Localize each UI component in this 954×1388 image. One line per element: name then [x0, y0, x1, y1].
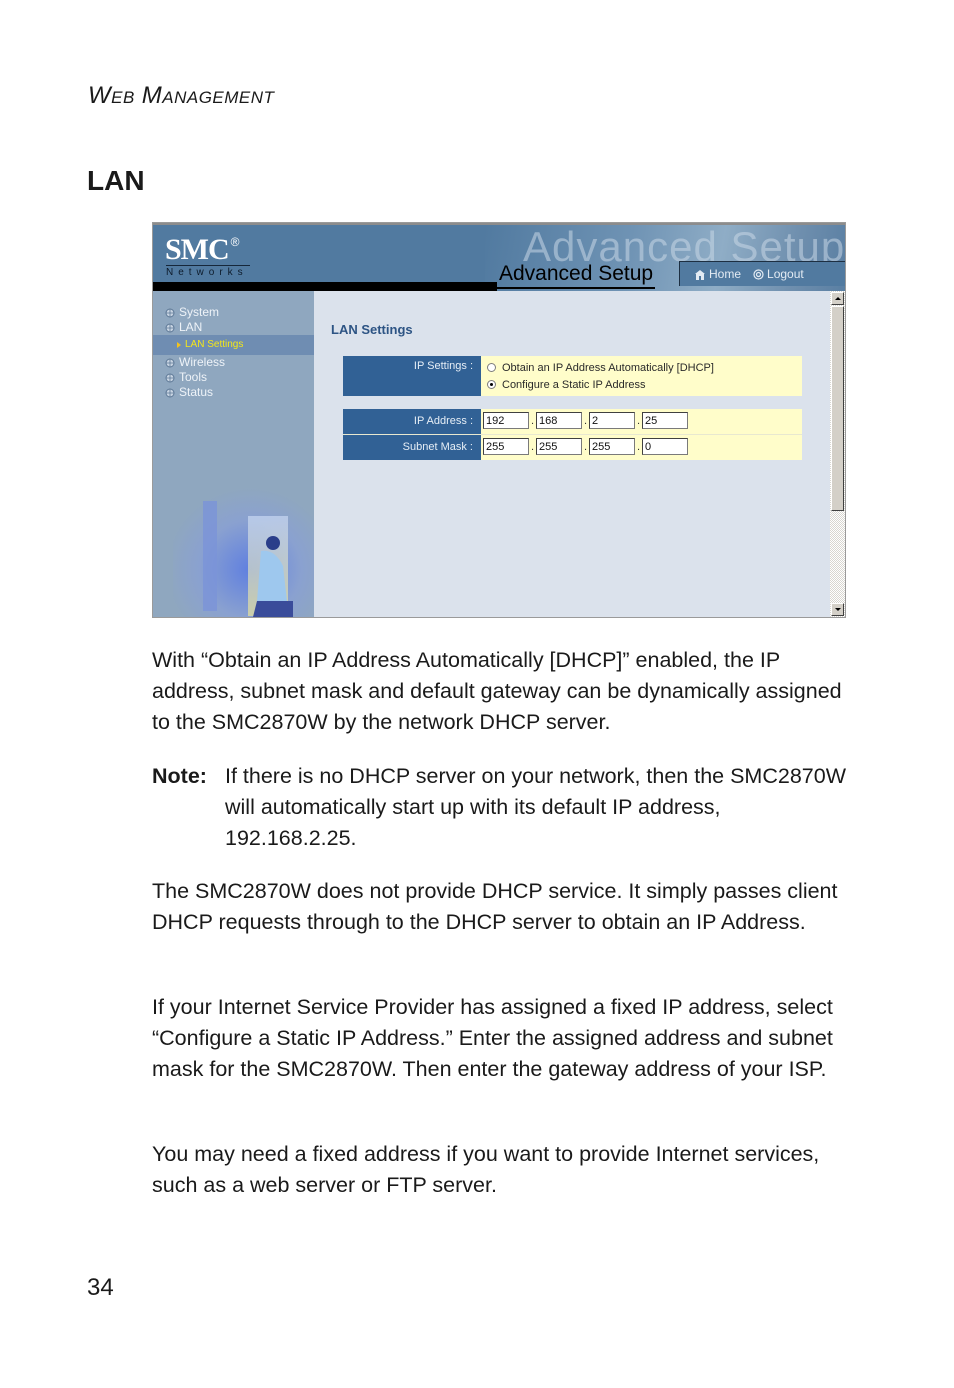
logout-label: Logout: [767, 267, 804, 281]
octet-separator: .: [530, 414, 535, 427]
lan-settings-title: LAN Settings: [331, 322, 413, 337]
note: Note: If there is no DHCP server on your…: [152, 761, 852, 854]
logo-subtitle: Networks: [166, 265, 250, 278]
sidebar-item-lan[interactable]: LAN: [153, 320, 314, 335]
octet-separator: .: [636, 440, 641, 453]
arrow-right-icon: [177, 342, 181, 348]
octet-separator: .: [530, 440, 535, 453]
ip-settings-label: IP Settings :: [343, 356, 481, 396]
running-head-rest-1: EB: [111, 88, 135, 107]
home-label: Home: [709, 267, 742, 281]
subnet-mask-fields: . . .: [481, 435, 802, 460]
sidebar: System LAN LAN Settings Wireless Tools S…: [153, 291, 314, 617]
ip-octet-2[interactable]: [536, 412, 582, 429]
globe-icon: [165, 388, 175, 397]
logo-brand: SMC: [165, 233, 230, 266]
globe-icon: [165, 358, 175, 367]
scroll-up-button[interactable]: [831, 292, 844, 305]
mask-octet-4[interactable]: [642, 438, 688, 455]
radio-button-selected[interactable]: [487, 380, 496, 389]
paragraph-static-ip: If your Internet Service Provider has as…: [152, 995, 833, 1081]
radio-dhcp[interactable]: Obtain an IP Address Automatically [DHCP…: [481, 359, 802, 376]
ip-settings-row: IP Settings : Obtain an IP Address Autom…: [343, 356, 802, 396]
globe-icon: [165, 323, 175, 332]
sidebar-item-label: System: [179, 305, 220, 319]
router-screenshot: Advanced Setup SMC ® Networks Advanced Se…: [152, 222, 846, 618]
mask-octet-3[interactable]: [589, 438, 635, 455]
radio-static-ip[interactable]: Configure a Static IP Address: [481, 376, 802, 393]
octet-separator: .: [583, 414, 588, 427]
running-head-rest-2: ANAGEMENT: [162, 88, 275, 107]
ip-octet-4[interactable]: [642, 412, 688, 429]
subnet-mask-label: Subnet Mask :: [343, 435, 481, 460]
ip-address-row: IP Address : . . .: [343, 409, 802, 435]
vertical-scrollbar[interactable]: [830, 291, 845, 617]
octet-separator: .: [583, 440, 588, 453]
globe-icon: [165, 373, 175, 382]
scroll-thumb[interactable]: [831, 306, 844, 511]
page-number: 34: [87, 1274, 114, 1301]
note-label: Note:: [152, 764, 207, 788]
sidebar-item-wireless[interactable]: Wireless: [153, 355, 314, 370]
sidebar-item-label: Wireless: [179, 355, 226, 369]
top-nav: Home Logout: [679, 261, 845, 286]
sidebar-item-label: LAN: [179, 320, 203, 334]
subnet-mask-row: Subnet Mask : . . .: [343, 435, 802, 460]
note-text: If there is no DHCP server on your netwo…: [225, 764, 846, 850]
ip-octet-3[interactable]: [589, 412, 635, 429]
paragraph-fixed-address: You may need a fixed address if you want…: [152, 1142, 820, 1197]
sidebar-item-lan-settings[interactable]: LAN Settings: [153, 335, 314, 355]
sidebar-item-label: Tools: [179, 370, 208, 384]
sidebar-item-label: Status: [179, 385, 214, 399]
sidebar-item-status[interactable]: Status: [153, 385, 314, 400]
paragraph-dhcp: With “Obtain an IP Address Automatically…: [152, 648, 842, 734]
home-icon: [695, 269, 705, 280]
ip-address-fields: . . .: [481, 409, 802, 434]
scroll-down-button[interactable]: [831, 603, 844, 616]
header-banner: Advanced Setup SMC ® Networks Advanced Se…: [153, 223, 845, 292]
mask-octet-1[interactable]: [483, 438, 529, 455]
logout-link[interactable]: Logout: [753, 267, 804, 281]
paragraph-no-dhcp-service: The SMC2870W does not provide DHCP servi…: [152, 879, 838, 934]
main-content: LAN Settings IP Settings : Obtain an IP …: [314, 291, 830, 617]
sidebar-subitem-label: LAN Settings: [185, 339, 244, 350]
octet-separator: .: [636, 414, 641, 427]
ip-address-label: IP Address :: [343, 409, 481, 434]
globe-icon: [165, 308, 175, 317]
home-link[interactable]: Home: [694, 267, 741, 281]
sidebar-item-system[interactable]: System: [153, 305, 314, 320]
smc-logo: SMC ®: [165, 233, 239, 267]
sidebar-nav: System LAN LAN Settings Wireless Tools S…: [153, 305, 314, 400]
radio-label: Configure a Static IP Address: [502, 378, 646, 391]
sidebar-item-tools[interactable]: Tools: [153, 370, 314, 385]
sidebar-photo: [153, 451, 314, 617]
page-heading: Advanced Setup: [497, 261, 656, 289]
ip-settings-options: Obtain an IP Address Automatically [DHCP…: [481, 356, 802, 396]
mask-octet-2[interactable]: [536, 438, 582, 455]
running-head: WEB MANAGEMENT: [88, 82, 274, 110]
section-title: LAN: [87, 165, 145, 196]
running-head-initial-2: M: [141, 82, 163, 109]
running-head-initial-1: W: [88, 82, 112, 109]
radio-label: Obtain an IP Address Automatically [DHCP…: [502, 361, 714, 374]
ip-octet-1[interactable]: [483, 412, 529, 429]
registered-mark: ®: [230, 235, 240, 249]
radio-button[interactable]: [487, 363, 496, 372]
logout-icon: [753, 268, 764, 280]
